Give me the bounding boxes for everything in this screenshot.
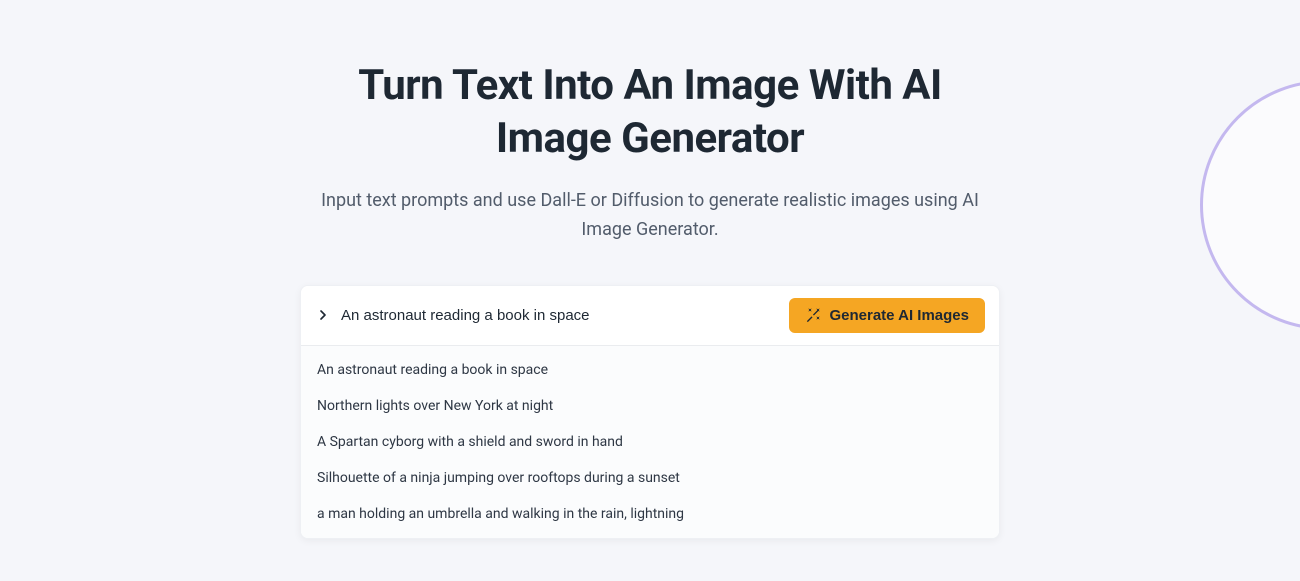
decorative-circle [1200, 80, 1300, 330]
suggestion-item[interactable]: a man holding an umbrella and walking in… [301, 496, 999, 532]
wand-icon [805, 307, 821, 323]
suggestion-item[interactable]: Northern lights over New York at night [301, 388, 999, 424]
page-title: Turn Text Into An Image With AI Image Ge… [300, 60, 1000, 165]
suggestion-item[interactable]: An astronaut reading a book in space [301, 352, 999, 388]
hero-container: Turn Text Into An Image With AI Image Ge… [300, 0, 1000, 539]
suggestions-list: An astronaut reading a book in space Nor… [301, 346, 999, 538]
prompt-input[interactable] [341, 307, 789, 324]
page-subtitle: Input text prompts and use Dall-E or Dif… [300, 187, 1000, 245]
suggestion-item[interactable]: Silhouette of a ninja jumping over rooft… [301, 460, 999, 496]
suggestion-item[interactable]: A Spartan cyborg with a shield and sword… [301, 424, 999, 460]
chevron-right-icon [315, 307, 331, 323]
prompt-card: Generate AI Images An astronaut reading … [300, 285, 1000, 539]
generate-button-label: Generate AI Images [829, 307, 969, 324]
generate-button[interactable]: Generate AI Images [789, 298, 985, 333]
prompt-input-row: Generate AI Images [301, 286, 999, 346]
prompt-input-area [315, 307, 789, 324]
